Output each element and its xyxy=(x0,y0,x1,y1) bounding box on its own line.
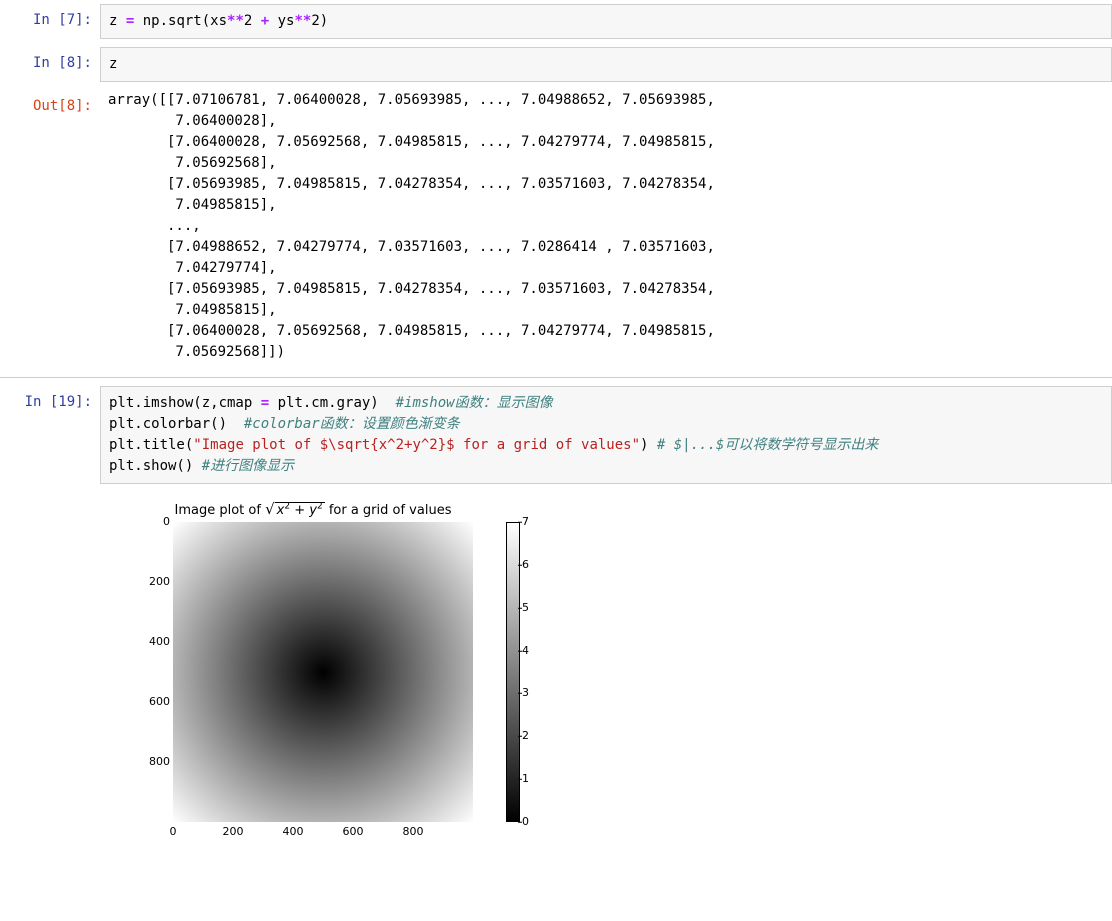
y-tick: 800 xyxy=(142,754,170,771)
colorbar-tick: 0 xyxy=(522,814,529,831)
input-prompt: In [8]: xyxy=(0,47,100,74)
x-tick: 400 xyxy=(283,824,304,841)
chart-title: Image plot of √x2 + y2 for a grid of val… xyxy=(148,498,478,521)
y-tick: 0 xyxy=(142,514,170,531)
chart-axes: 0 200 400 600 800 0 200 400 600 800 xyxy=(148,522,478,832)
input-prompt: In [7]: xyxy=(0,4,100,31)
plot-output: Image plot of √x2 + y2 for a grid of val… xyxy=(108,488,1112,878)
colorbar-tick: 7 xyxy=(522,514,529,531)
y-tick: 200 xyxy=(142,574,170,591)
colorbar-tick: 1 xyxy=(522,771,529,788)
colorbar-gradient xyxy=(506,522,520,822)
colorbar-tick: 3 xyxy=(522,685,529,702)
code-input[interactable]: plt.imshow(z,cmap = plt.cm.gray) #imshow… xyxy=(100,386,1112,484)
colorbar-tick: 6 xyxy=(522,557,529,574)
code-input[interactable]: z = np.sqrt(xs**2 + ys**2) xyxy=(100,4,1112,39)
colorbar: 0 1 2 3 4 5 6 7 xyxy=(506,522,546,822)
colorbar-tick: 4 xyxy=(522,643,529,660)
code-cell: In [7]: z = np.sqrt(xs**2 + ys**2) xyxy=(0,0,1112,43)
cell-divider xyxy=(0,377,1112,378)
output-prompt: Out[8]: xyxy=(0,90,100,117)
x-tick: 0 xyxy=(170,824,177,841)
x-tick: 200 xyxy=(223,824,244,841)
chart: Image plot of √x2 + y2 for a grid of val… xyxy=(108,498,548,868)
y-tick: 600 xyxy=(142,694,170,711)
output-cell: Out[8]: array([[7.07106781, 7.06400028, … xyxy=(0,86,1112,373)
input-prompt: In [19]: xyxy=(0,386,100,413)
x-tick: 600 xyxy=(343,824,364,841)
code-cell: In [19]: plt.imshow(z,cmap = plt.cm.gray… xyxy=(0,382,1112,488)
colorbar-tick: 2 xyxy=(522,728,529,745)
heatmap-image xyxy=(173,522,473,822)
colorbar-tick: 5 xyxy=(522,600,529,617)
code-input[interactable]: z xyxy=(100,47,1112,82)
y-tick: 400 xyxy=(142,634,170,651)
code-cell: In [8]: z xyxy=(0,43,1112,86)
output-text: array([[7.07106781, 7.06400028, 7.056939… xyxy=(100,90,1112,369)
x-tick: 800 xyxy=(403,824,424,841)
